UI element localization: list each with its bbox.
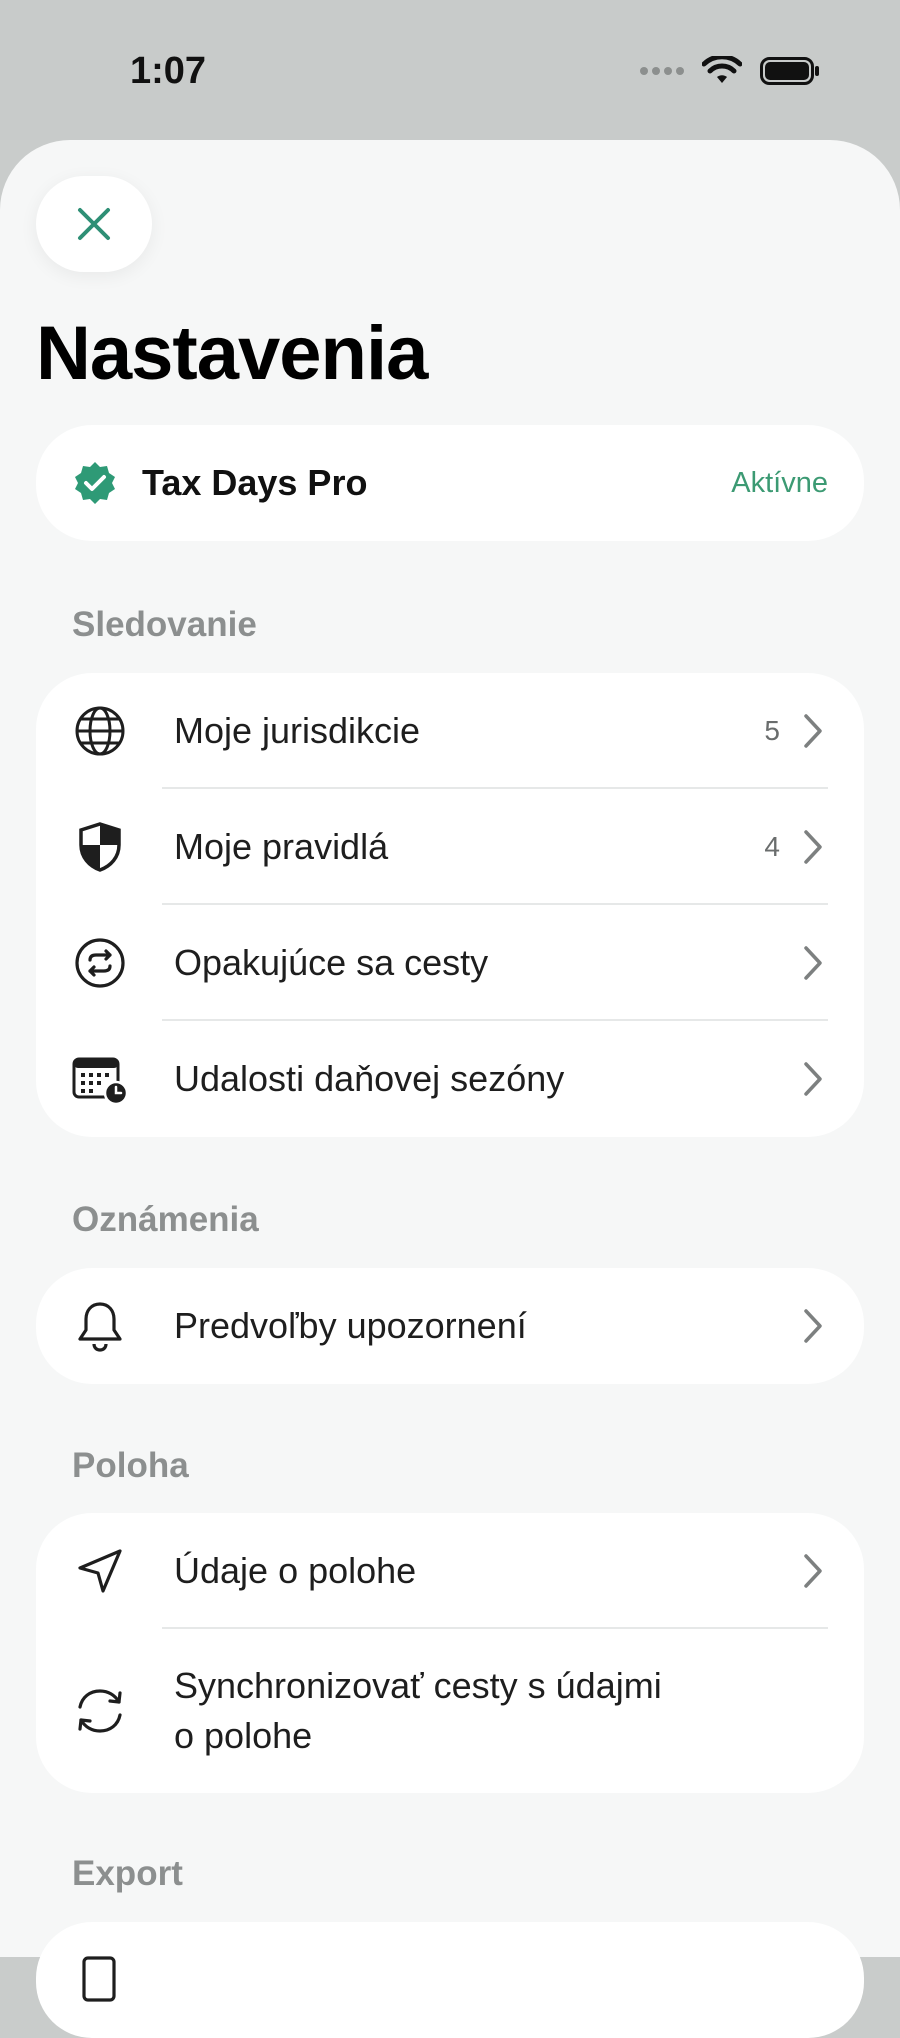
row-label: Moje pravidlá [174,826,389,867]
section-title-tracking: Sledovanie [72,605,257,644]
row-label-line2: o polohe [174,1715,313,1756]
status-bar: 1:07 [0,0,900,140]
chevron-right-icon [802,1061,828,1097]
battery-icon [760,57,819,85]
chevron-right-icon [802,1553,828,1589]
notifications-card: Predvoľby upozornení [36,1268,864,1384]
row-label: Synchronizovať cesty s údajmi o polohe [174,1661,662,1761]
chevron-right-icon [802,945,828,981]
page-title: Nastavenia [36,311,428,396]
row-label-line1: Synchronizovať cesty s údajmi [174,1665,662,1706]
row-label: Udalosti daňovej sezóny [174,1058,565,1099]
settings-sheet: Nastavenia Tax Days Pro Aktívne Sledovan… [0,140,900,2038]
pro-status-badge: Aktívne [731,466,828,499]
row-rules[interactable]: Moje pravidlá 4 [36,789,864,905]
count-badge: 4 [764,831,780,862]
row-export[interactable] [36,1922,864,2038]
chevron-right-icon [802,829,828,865]
section-title-location: Poloha [72,1446,189,1485]
chevron-right-icon [802,713,828,749]
status-icons [640,56,820,86]
close-icon [78,208,110,240]
row-label: Moje jurisdikcie [174,710,421,751]
sync-icon [72,1683,128,1739]
pro-subscription-card[interactable]: Tax Days Pro Aktívne [36,425,864,541]
row-label: Údaje o polohe [174,1550,417,1591]
section-title-notifications: Oznámenia [72,1200,259,1239]
row-notification-preferences[interactable]: Predvoľby upozornení [36,1268,864,1384]
close-button[interactable] [36,176,152,272]
status-time: 1:07 [130,50,207,92]
tracking-card: Moje jurisdikcie 5 Moje pravidlá 4 Opaku… [36,673,864,1137]
export-card [36,1922,864,2038]
repeat-icon [72,935,128,991]
row-label: Opakujúce sa cesty [174,942,489,983]
row-label: Predvoľby upozornení [174,1305,527,1346]
bell-icon [72,1298,128,1354]
pro-name: Tax Days Pro [142,462,368,503]
location-card: Údaje o polohe Synchronizovať cesty s úd… [36,1513,864,1793]
chevron-right-icon [802,1308,828,1344]
row-recurring-trips[interactable]: Opakujúce sa cesty [36,905,864,1021]
wifi-icon [702,56,742,83]
cellular-signal-icon [640,67,684,75]
row-tax-season-events[interactable]: Udalosti daňovej sezóny [36,1021,864,1137]
verified-badge-icon [75,462,115,504]
shield-icon [72,819,128,875]
location-arrow-icon [72,1543,128,1599]
row-sync-trips-location[interactable]: Synchronizovať cesty s údajmi o polohe [36,1629,864,1793]
section-title-export: Export [72,1854,183,1893]
calendar-clock-icon [72,1051,128,1107]
globe-icon [72,703,128,759]
export-icon [72,1952,128,2008]
row-location-data[interactable]: Údaje o polohe [36,1513,864,1629]
row-jurisdictions[interactable]: Moje jurisdikcie 5 [36,673,864,789]
count-badge: 5 [764,715,780,746]
